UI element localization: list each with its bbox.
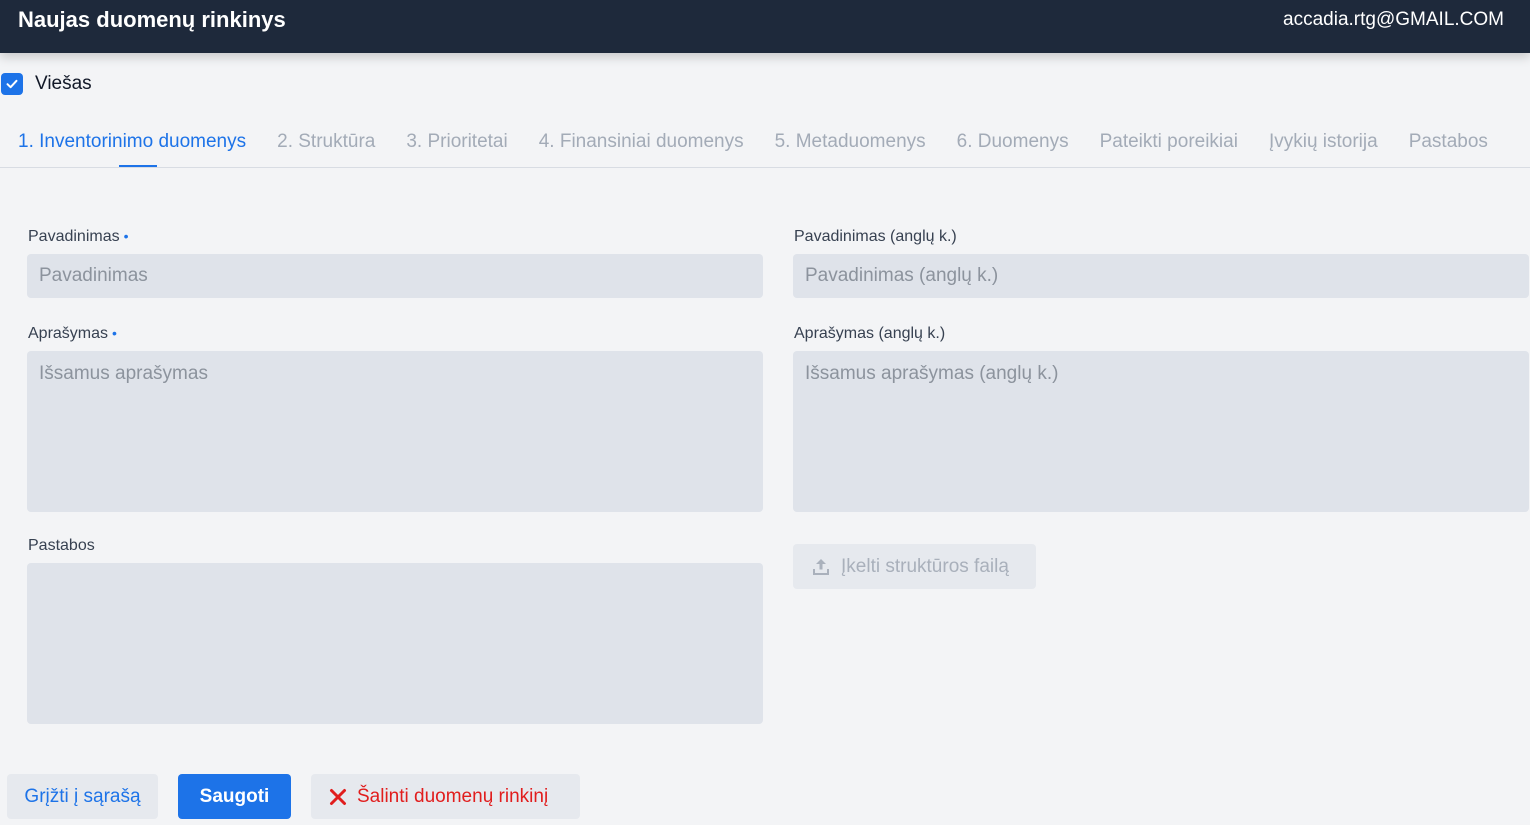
description-label-text: Aprašymas: [28, 325, 109, 342]
tab-metadata[interactable]: 5. Metaduomenys: [775, 124, 926, 168]
tab-structure[interactable]: 2. Struktūra: [277, 124, 375, 168]
tab-label: 5. Metaduomenys: [774, 131, 926, 152]
tab-notes[interactable]: Pastabos: [1409, 124, 1488, 168]
tab-inventory[interactable]: 1. Inventorinimo duomenys: [18, 124, 246, 168]
description-en-textarea[interactable]: [793, 351, 1529, 512]
tab-label: 3. Prioritetai: [406, 131, 508, 152]
save-label: Saugoti: [199, 785, 270, 807]
check-icon: [6, 79, 18, 89]
required-dot: •: [112, 325, 117, 341]
public-label: Viešas: [35, 73, 92, 94]
user-email[interactable]: accadia.rtg@GMAIL.COM: [1283, 6, 1504, 34]
tab-data[interactable]: 6. Duomenys: [957, 124, 1069, 168]
save-button[interactable]: Saugoti: [178, 774, 291, 819]
tab-label: Pastabos: [1408, 131, 1488, 152]
tab-requests[interactable]: Pateikti poreikiai: [1100, 124, 1238, 168]
tab-label: Pateikti poreikiai: [1099, 131, 1238, 152]
top-bar: Naujas duomenų rinkinys accadia.rtg@GMAI…: [0, 0, 1530, 53]
delete-dataset-label: Šalinti duomenų rinkinį: [357, 785, 549, 807]
delete-dataset-button[interactable]: Šalinti duomenų rinkinį: [311, 774, 580, 819]
page-title: Naujas duomenų rinkinys: [18, 7, 286, 32]
tab-label: 4. Finansiniai duomenys: [538, 131, 744, 152]
name-input[interactable]: [27, 254, 763, 298]
description-textarea[interactable]: [27, 351, 763, 512]
description-label: Aprašymas •: [28, 325, 117, 343]
notes-textarea[interactable]: [27, 563, 763, 724]
required-dot: •: [123, 228, 129, 244]
upload-structure-label: Įkelti struktūros failą: [841, 555, 1009, 577]
tab-priorities[interactable]: 3. Prioritetai: [406, 124, 507, 168]
upload-structure-button[interactable]: Įkelti struktūros failą: [793, 544, 1036, 589]
active-tab-indicator: [119, 165, 157, 167]
tab-label: 6. Duomenys: [956, 131, 1069, 152]
name-en-label: Pavadinimas (anglų k.): [794, 228, 957, 245]
tab-label: 1. Inventorinimo duomenys: [18, 131, 247, 152]
name-label: Pavadinimas •: [28, 228, 129, 246]
description-en-label: Aprašymas (anglų k.): [794, 325, 946, 342]
close-icon: [329, 788, 347, 806]
notes-label: Pastabos: [28, 537, 95, 554]
tab-history[interactable]: Įvykių istorija: [1269, 124, 1378, 168]
back-to-list-label: Grįžti į sąrašą: [24, 785, 141, 807]
public-checkbox[interactable]: [1, 73, 23, 95]
name-label-text: Pavadinimas: [28, 228, 120, 245]
name-en-input[interactable]: [793, 254, 1529, 298]
tab-label: Įvykių istorija: [1268, 131, 1378, 152]
tab-financial[interactable]: 4. Finansiniai duomenys: [539, 124, 744, 168]
upload-icon: [811, 557, 831, 577]
tab-label: 2. Struktūra: [277, 131, 376, 152]
tab-bar: 1. Inventorinimo duomenys 2. Struktūra 3…: [0, 124, 1530, 168]
public-toggle[interactable]: Viešas: [0, 70, 92, 98]
back-to-list-button[interactable]: Grįžti į sąrašą: [7, 774, 158, 819]
